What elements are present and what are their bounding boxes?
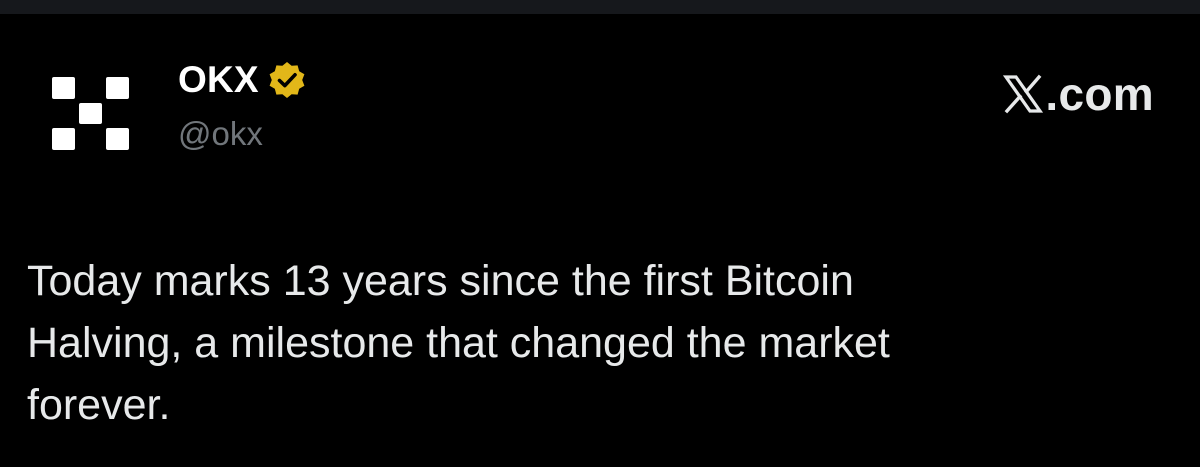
verified-badge-icon [267,60,307,100]
author-identity: OKX @okx [178,58,307,154]
okx-checker-logo-icon[interactable] [52,77,129,150]
tweet-card: OKX @okx .com Today marks 13 years since… [0,14,1200,467]
author-display-name[interactable]: OKX [178,58,259,102]
source-link[interactable]: .com [1003,68,1154,120]
source-label: .com [1045,68,1154,120]
tweet-body-text: Today marks 13 years since the first Bit… [27,257,890,429]
top-strip [0,0,1200,14]
name-row: OKX [178,58,307,102]
author-handle[interactable]: @okx [178,114,307,154]
x-logo-icon [1003,74,1044,114]
